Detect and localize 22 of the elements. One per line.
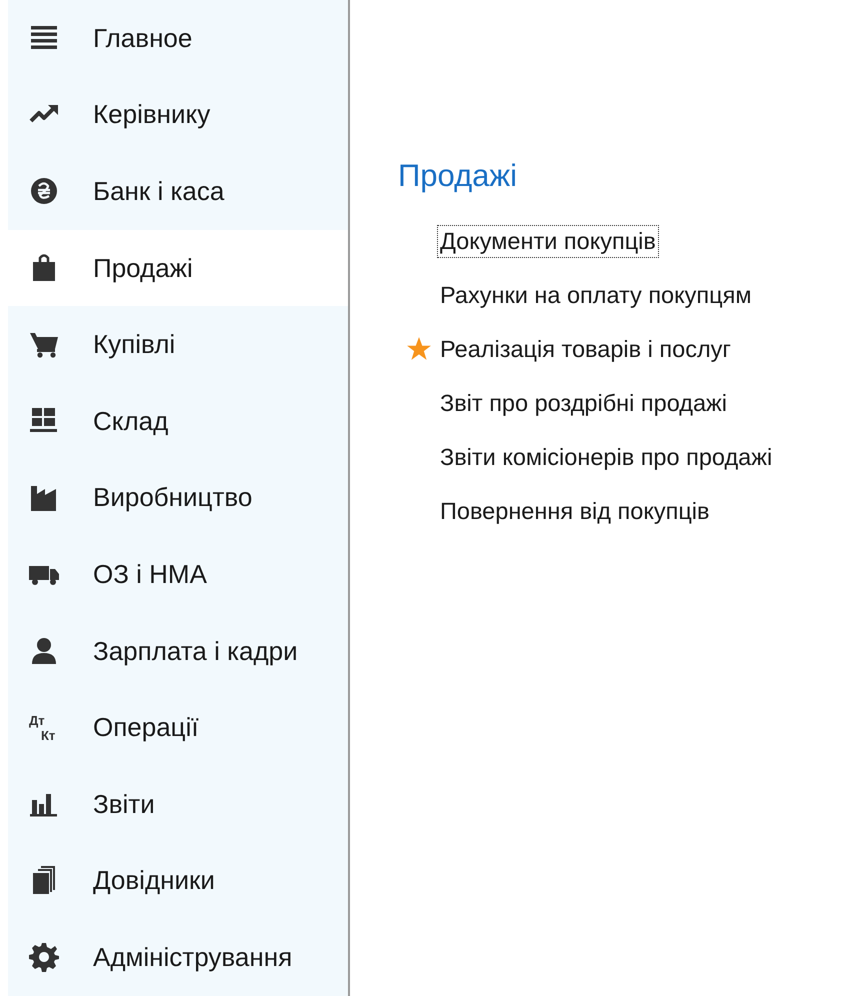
section-link[interactable]: Реалізація товарів і послуг	[437, 332, 734, 366]
sidebar-item[interactable]: Керівнику	[8, 76, 348, 154]
sidebar-item[interactable]: ОЗ і НМА	[8, 536, 348, 613]
sidebar-item[interactable]: Звіти	[8, 766, 348, 843]
sidebar-item[interactable]: Склад	[8, 382, 348, 460]
ledger-icon: Дт Кт	[28, 712, 60, 744]
sidebar-item[interactable]: Довідники	[8, 842, 348, 920]
sidebar-item[interactable]: Главное	[8, 0, 348, 77]
sidebar-item[interactable]: Дт Кт Операції	[8, 689, 348, 766]
sidebar-item[interactable]: Продажі	[8, 230, 348, 306]
sidebar-item[interactable]: Виробництво	[8, 460, 348, 536]
section-link[interactable]: Рахунки на оплату покупцям	[437, 278, 754, 312]
section-link[interactable]: Документи покупців	[437, 224, 659, 258]
section-link[interactable]: Повернення від покупців	[437, 494, 713, 528]
section-link[interactable]: Звіти комісіонерів про продажі	[437, 440, 776, 474]
sidebar-item[interactable]: Банк і каса	[8, 153, 348, 230]
sidebar-item[interactable]: Адміністрування	[8, 919, 348, 996]
section-title: Продажі	[398, 158, 518, 194]
section-link[interactable]: Звіт про роздрібні продажі	[437, 386, 730, 420]
sidebar-item[interactable]: Купівлі	[8, 306, 348, 383]
sidebar-item[interactable]: Зарплата і кадри	[8, 612, 348, 690]
settings-icon	[28, 941, 60, 974]
